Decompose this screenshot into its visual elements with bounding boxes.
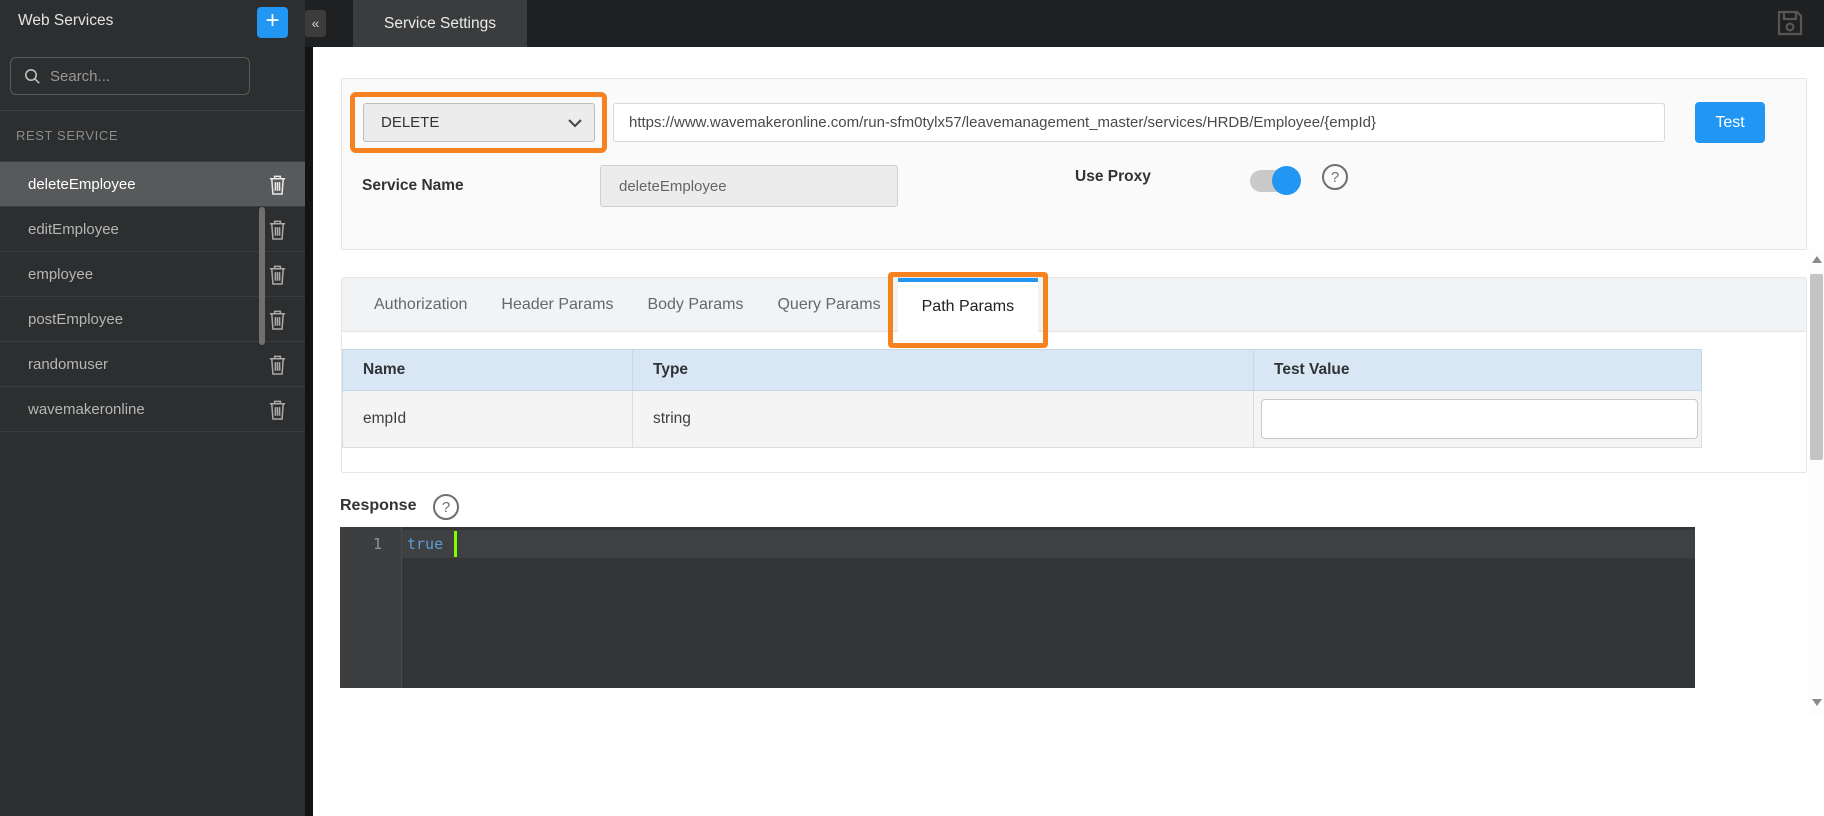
search-input[interactable] <box>50 68 249 85</box>
column-header-test-value: Test Value <box>1254 350 1701 390</box>
trash-icon[interactable] <box>267 173 288 196</box>
param-type-cell: string <box>633 391 1254 447</box>
service-name-label: employee <box>28 266 93 283</box>
sidebar-item-wavemakeronline[interactable]: wavemakeronline <box>0 387 305 432</box>
table-row: empId string <box>342 391 1702 448</box>
tab-path-params[interactable]: Path Params <box>898 278 1038 332</box>
params-tabbar: Authorization Header Params Body Params … <box>342 278 1806 332</box>
param-name-cell: empId <box>343 391 633 447</box>
use-proxy-label: Use Proxy <box>1075 168 1151 186</box>
collapse-sidebar-button[interactable]: « <box>305 10 326 37</box>
scroll-up-arrow-icon[interactable] <box>1812 256 1822 263</box>
test-button[interactable]: Test <box>1695 102 1765 143</box>
use-proxy-toggle[interactable] <box>1250 169 1300 193</box>
search-box <box>10 57 250 95</box>
test-value-input[interactable] <box>1261 399 1698 439</box>
service-name-label: editEmployee <box>28 221 119 238</box>
sidebar-scrollbar-thumb[interactable] <box>259 207 265 345</box>
service-name-label: postEmployee <box>28 311 123 328</box>
service-name-label: wavemakeronline <box>28 401 145 418</box>
scroll-down-arrow-icon[interactable] <box>1812 699 1822 706</box>
http-method-select[interactable]: DELETE <box>363 103 595 142</box>
response-code-editor[interactable]: 1 true <box>340 527 1695 688</box>
tab-authorization[interactable]: Authorization <box>357 278 484 332</box>
rest-service-section-label: REST SERVICE <box>16 128 118 143</box>
vertical-scrollbar-thumb[interactable] <box>1810 274 1823 460</box>
response-help-icon[interactable]: ? <box>433 494 459 520</box>
sidebar-item-randomuser[interactable]: randomuser <box>0 342 305 387</box>
tab-service-settings[interactable]: Service Settings <box>353 0 527 47</box>
response-value: true <box>407 530 443 558</box>
tab-label: Service Settings <box>384 15 496 33</box>
sidebar-item-deleteEmployee[interactable]: deleteEmployee <box>0 162 305 207</box>
chevron-down-icon <box>567 118 583 128</box>
service-name-label: randomuser <box>28 356 108 373</box>
web-services-page: Web Services + REST SERVICE deleteEmploy… <box>0 0 1824 816</box>
column-header-name: Name <box>343 350 633 390</box>
panel-gap-strip <box>305 0 313 816</box>
service-name-field-label: Service Name <box>362 177 464 195</box>
trash-icon[interactable] <box>267 263 288 286</box>
tab-header-params[interactable]: Header Params <box>484 278 630 332</box>
sidebar: Web Services + REST SERVICE deleteEmploy… <box>0 0 305 816</box>
search-icon <box>24 68 41 85</box>
column-header-type: Type <box>633 350 1254 390</box>
sidebar-divider <box>0 110 305 111</box>
line-number: 1 <box>340 530 402 558</box>
tab-label: Path Params <box>922 298 1014 315</box>
use-proxy-help-icon[interactable]: ? <box>1322 164 1348 190</box>
sidebar-title: Web Services <box>18 12 113 30</box>
add-service-button[interactable]: + <box>257 7 288 38</box>
tab-query-params[interactable]: Query Params <box>760 278 897 332</box>
trash-icon[interactable] <box>267 398 288 421</box>
tab-body-params[interactable]: Body Params <box>630 278 760 332</box>
path-params-table: Name Type Test Value empId string <box>342 349 1702 448</box>
service-name-input[interactable] <box>600 165 898 207</box>
response-label: Response <box>340 497 416 515</box>
topbar <box>305 0 1824 47</box>
request-url-input[interactable] <box>613 103 1665 142</box>
service-name-label: deleteEmployee <box>28 176 136 193</box>
table-header-row: Name Type Test Value <box>342 349 1702 391</box>
toggle-knob <box>1272 166 1301 195</box>
http-method-value: DELETE <box>381 114 439 131</box>
save-icon[interactable] <box>1775 8 1805 38</box>
active-line-highlight <box>340 530 1695 558</box>
trash-icon[interactable] <box>267 218 288 241</box>
text-cursor <box>454 531 457 557</box>
trash-icon[interactable] <box>267 308 288 331</box>
trash-icon[interactable] <box>267 353 288 376</box>
